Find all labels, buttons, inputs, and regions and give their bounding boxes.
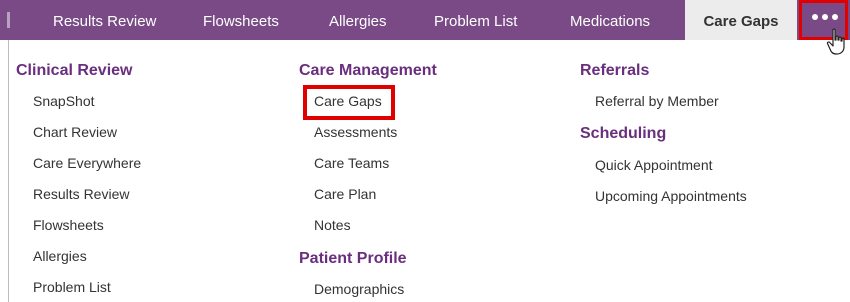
menu-item-upcoming-appointments[interactable]: Upcoming Appointments: [595, 188, 747, 204]
care-management-header: Care Management: [299, 62, 437, 79]
menu-item-care-gaps[interactable]: Care Gaps: [314, 93, 382, 109]
menu-item-care-teams[interactable]: Care Teams: [314, 155, 389, 171]
menu-panel-border: [8, 0, 850, 302]
tab-medications[interactable]: Medications: [570, 0, 650, 40]
tab-problem-list[interactable]: Problem List: [434, 0, 517, 40]
patient-profile-header: Patient Profile: [299, 250, 407, 267]
more-dots-icon: [812, 14, 838, 20]
clinical-review-header: Clinical Review: [16, 62, 133, 79]
menu-item-results-review[interactable]: Results Review: [33, 186, 129, 202]
referrals-header: Referrals: [580, 62, 650, 79]
tab-care-gaps[interactable]: Care Gaps: [685, 0, 797, 40]
tab-flowsheets[interactable]: Flowsheets: [203, 0, 279, 40]
menu-item-allergies[interactable]: Allergies: [33, 248, 87, 264]
menu-item-quick-appointment[interactable]: Quick Appointment: [595, 157, 713, 173]
tab-results-review[interactable]: Results Review: [53, 0, 156, 40]
scheduling-header: Scheduling: [580, 125, 667, 142]
menu-item-snapshot[interactable]: SnapShot: [33, 93, 95, 109]
menu-item-care-plan[interactable]: Care Plan: [314, 186, 376, 202]
menu-item-care-everywhere[interactable]: Care Everywhere: [33, 155, 141, 171]
activity-tab-bar: Results Review Flowsheets Allergies Prob…: [0, 0, 850, 40]
menu-item-problem-list[interactable]: Problem List: [33, 279, 111, 295]
menu-item-demographics[interactable]: Demographics: [314, 281, 404, 297]
tab-bar-left-edge: [7, 12, 10, 28]
tab-allergies[interactable]: Allergies: [329, 0, 387, 40]
menu-item-assessments[interactable]: Assessments: [314, 124, 397, 140]
menu-item-flowsheets[interactable]: Flowsheets: [33, 217, 104, 233]
menu-item-notes[interactable]: Notes: [314, 217, 351, 233]
hand-cursor-icon: [826, 28, 845, 55]
menu-item-chart-review[interactable]: Chart Review: [33, 124, 117, 140]
menu-item-referral-by-member[interactable]: Referral by Member: [595, 93, 719, 109]
